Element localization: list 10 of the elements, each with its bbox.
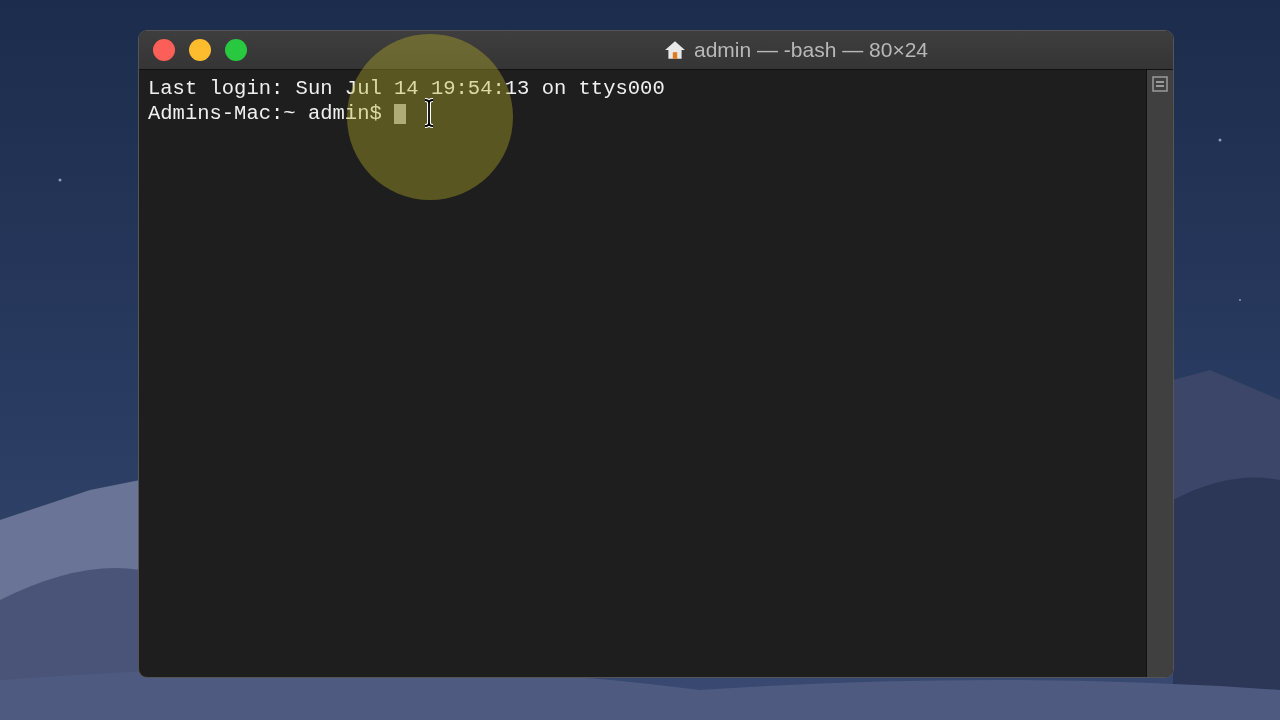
text-cursor — [393, 103, 406, 124]
text-cursor-icon — [422, 98, 436, 128]
window-title: admin — -bash — 80×24 — [693, 38, 928, 62]
shell-prompt: Admins-Mac:~ admin$ — [148, 101, 382, 126]
split-pane-icon[interactable] — [1152, 76, 1168, 92]
minimize-button[interactable] — [189, 39, 211, 61]
zoom-button[interactable] — [225, 39, 247, 61]
close-button[interactable] — [153, 39, 175, 61]
terminal-output: Last login: Sun Jul 14 19:54:13 on ttys000 — [148, 76, 665, 101]
house-icon — [663, 39, 686, 61]
